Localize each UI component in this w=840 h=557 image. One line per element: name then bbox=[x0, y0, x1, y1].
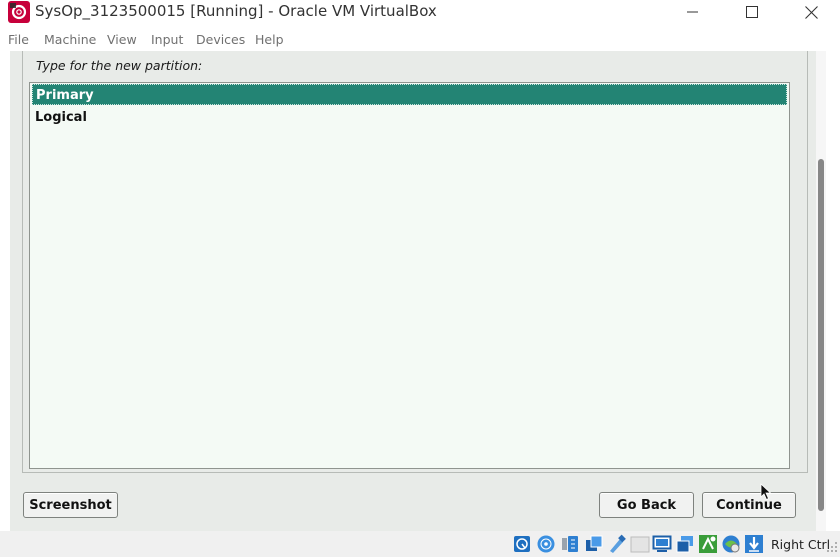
menu-file[interactable]: File bbox=[8, 32, 29, 47]
maximize-icon bbox=[746, 6, 758, 18]
mouse-integration-icon[interactable] bbox=[744, 534, 764, 554]
mouse-pointer-icon bbox=[760, 483, 772, 501]
display-icon[interactable] bbox=[652, 534, 672, 554]
scrollbar-thumb[interactable] bbox=[818, 159, 824, 511]
partition-type-question: Type for the new partition: bbox=[36, 58, 203, 73]
vm-display[interactable]: Type for the new partition: Primary Logi… bbox=[0, 51, 840, 531]
menu-bar: File Machine View Input Devices Help bbox=[0, 30, 840, 50]
shared-folders-icon[interactable] bbox=[630, 534, 650, 554]
window-title: SysOp_3123500015 [Running] - Oracle VM V… bbox=[35, 2, 437, 20]
installer-screen: Type for the new partition: Primary Logi… bbox=[10, 51, 826, 531]
menu-input[interactable]: Input bbox=[151, 32, 183, 47]
usb-icon[interactable] bbox=[607, 534, 627, 554]
screenshot-button[interactable]: Screenshot bbox=[23, 492, 118, 518]
continue-button[interactable]: Continue bbox=[702, 492, 796, 518]
debian-swirl-icon bbox=[8, 1, 30, 23]
optical-drive-icon[interactable] bbox=[536, 534, 556, 554]
menu-machine[interactable]: Machine bbox=[44, 32, 96, 47]
minimize-icon bbox=[687, 11, 698, 13]
close-button[interactable] bbox=[788, 0, 834, 24]
close-icon bbox=[804, 5, 818, 19]
recording-icon[interactable] bbox=[698, 534, 718, 554]
guest-additions-icon[interactable] bbox=[721, 534, 741, 554]
partition-type-list[interactable]: Primary Logical bbox=[29, 82, 790, 469]
hard-disk-icon[interactable] bbox=[512, 534, 532, 554]
minimize-button[interactable] bbox=[670, 0, 716, 24]
audio-icon[interactable] bbox=[560, 534, 580, 554]
status-bar: Right Ctrl bbox=[0, 531, 840, 557]
menu-view[interactable]: View bbox=[107, 32, 137, 47]
resize-grip-icon[interactable] bbox=[826, 539, 838, 553]
host-key-label: Right Ctrl bbox=[771, 537, 831, 552]
menu-help[interactable]: Help bbox=[255, 32, 284, 47]
option-primary[interactable]: Primary bbox=[32, 84, 787, 105]
go-back-button[interactable]: Go Back bbox=[599, 492, 694, 518]
menu-devices[interactable]: Devices bbox=[196, 32, 245, 47]
maximize-button[interactable] bbox=[729, 0, 775, 24]
option-logical[interactable]: Logical bbox=[32, 107, 787, 128]
title-bar: SysOp_3123500015 [Running] - Oracle VM V… bbox=[0, 0, 840, 24]
video-capture-icon[interactable] bbox=[675, 534, 695, 554]
network-icon[interactable] bbox=[584, 534, 604, 554]
